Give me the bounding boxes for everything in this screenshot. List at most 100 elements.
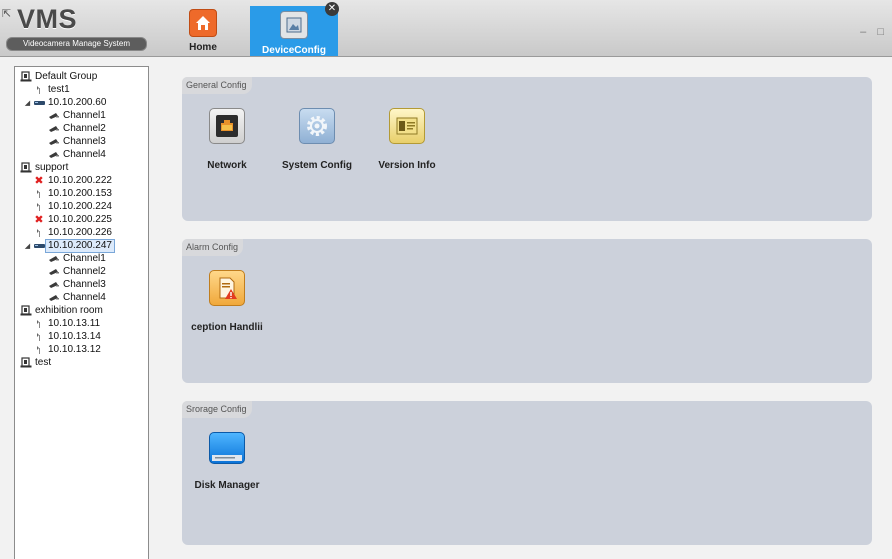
dvr-icon	[32, 240, 46, 251]
tree-node-label: Channel1	[63, 109, 106, 121]
tree-node-label: Default Group	[35, 70, 98, 82]
network-port-icon	[209, 108, 245, 144]
tree-node-label: test	[35, 356, 52, 368]
tab-home-label: Home	[189, 42, 217, 53]
dvr-icon	[32, 97, 46, 108]
gear-icon	[299, 108, 335, 144]
tree-node-label: 10.10.200.222	[48, 174, 112, 186]
mouse-cursor-icon: ⇱	[2, 8, 12, 20]
group-icon	[19, 305, 33, 316]
disk-manager-label: Disk Manager	[194, 480, 260, 491]
version-info-icon	[389, 108, 425, 144]
alarm-config-title: Alarm Config	[182, 239, 244, 256]
camera-channel-icon	[47, 110, 61, 121]
tree-node-channel[interactable]: Channel2	[15, 265, 148, 278]
tree-node-channel[interactable]: Channel4	[15, 291, 148, 304]
tree-node-group[interactable]: support	[15, 161, 148, 174]
offline-x-icon: ✖	[34, 213, 44, 226]
tree-node-channel[interactable]: Channel1	[15, 252, 148, 265]
disk-manager-button[interactable]: Disk Manager	[182, 432, 272, 491]
device-tree[interactable]: Default Group test1 ◢ 10.10.200.60 Channel1 C…	[14, 66, 149, 559]
tree-node-label: 10.10.200.225	[48, 213, 112, 225]
tree-node-device[interactable]: 10.10.200.226	[15, 226, 148, 239]
tree-node-label: 10.10.200.153	[48, 187, 112, 199]
exception-handling-label: ception Handlii	[191, 322, 263, 333]
title-bar: ⇱ VMS Videocamera Manage System Home Dev…	[0, 0, 892, 57]
tree-node-channel[interactable]: Channel3	[15, 278, 148, 291]
system-config-label: System Config	[281, 160, 352, 171]
version-info-button[interactable]: Version Info	[362, 108, 452, 171]
tree-node-label: test1	[48, 83, 70, 95]
tree-node-channel[interactable]: Channel1	[15, 109, 148, 122]
tab-device-config[interactable]: DeviceConfig ✕	[250, 2, 339, 56]
exception-handling-button[interactable]: ception Handlii	[182, 270, 272, 333]
device-icon	[32, 318, 46, 329]
tree-node-label: 10.10.13.12	[48, 343, 101, 355]
tree-node-label: Channel1	[63, 252, 106, 264]
tree-node-device[interactable]: 10.10.200.224	[15, 200, 148, 213]
tree-node-label: Channel4	[63, 291, 106, 303]
device-icon	[32, 331, 46, 342]
tree-node-label: support	[35, 161, 69, 173]
group-icon	[19, 357, 33, 368]
tree-node-dvr[interactable]: ◢ 10.10.200.60	[15, 96, 148, 109]
close-tab-icon[interactable]: ✕	[325, 2, 339, 16]
general-config-title: General Config	[182, 77, 252, 94]
camera-channel-icon	[47, 149, 61, 160]
group-icon	[19, 71, 33, 82]
home-icon	[189, 9, 217, 37]
group-icon	[19, 162, 33, 173]
device-icon	[32, 344, 46, 355]
window-controls[interactable]: – □	[860, 26, 888, 38]
tree-node-label: exhibition room	[35, 304, 103, 316]
tab-home[interactable]: Home	[182, 6, 224, 56]
tree-node-device[interactable]: 10.10.13.12	[15, 343, 148, 356]
device-config-icon	[280, 11, 308, 39]
tab-device-config-label: DeviceConfig	[262, 45, 326, 56]
tree-node-channel[interactable]: Channel2	[15, 122, 148, 135]
alarm-config-panel: Alarm Config ception Handlii	[182, 239, 872, 383]
tree-node-device[interactable]: 10.10.200.153	[15, 187, 148, 200]
network-button[interactable]: Network	[182, 108, 272, 171]
tree-node-offline[interactable]: ✖ 10.10.200.222	[15, 174, 148, 187]
camera-channel-icon	[47, 253, 61, 264]
tree-node-device[interactable]: test1	[15, 83, 148, 96]
exception-alert-icon	[209, 270, 245, 306]
tree-node-label: Channel3	[63, 135, 106, 147]
tree-node-dvr[interactable]: ◢ 10.10.200.247	[15, 238, 148, 253]
storage-config-title: Srorage Config	[182, 401, 252, 418]
tree-node-label: 10.10.200.247	[45, 238, 115, 253]
offline-x-icon: ✖	[34, 174, 44, 187]
tree-node-offline[interactable]: ✖ 10.10.200.225	[15, 213, 148, 226]
system-config-button[interactable]: System Config	[272, 108, 362, 171]
tree-node-group[interactable]: Default Group	[15, 70, 148, 83]
tree-node-device[interactable]: 10.10.13.14	[15, 330, 148, 343]
expand-toggle-icon[interactable]: ◢	[23, 99, 32, 107]
device-icon	[32, 84, 46, 95]
tree-node-label: 10.10.13.11	[48, 317, 101, 329]
camera-channel-icon	[47, 292, 61, 303]
device-icon	[32, 227, 46, 238]
tree-node-label: Channel3	[63, 278, 106, 290]
tree-node-device[interactable]: 10.10.13.11	[15, 317, 148, 330]
network-label: Network	[207, 160, 247, 171]
tree-node-label: 10.10.13.14	[48, 330, 101, 342]
tree-node-label: 10.10.200.226	[48, 226, 112, 238]
tree-node-group[interactable]: test	[15, 356, 148, 369]
app-logo-subtitle: Videocamera Manage System	[6, 37, 147, 51]
tree-node-label: 10.10.200.224	[48, 200, 112, 212]
camera-channel-icon	[47, 279, 61, 290]
camera-channel-icon	[47, 266, 61, 277]
camera-channel-icon	[47, 136, 61, 147]
tree-node-channel[interactable]: Channel3	[15, 135, 148, 148]
tree-node-group[interactable]: exhibition room	[15, 304, 148, 317]
tree-node-label: Channel2	[63, 265, 106, 277]
tree-node-label: 10.10.200.60	[48, 96, 107, 108]
expand-toggle-icon[interactable]: ◢	[23, 242, 32, 250]
general-config-panel: General Config Network System Config Ver…	[182, 77, 872, 221]
storage-config-panel: Srorage Config Disk Manager	[182, 401, 872, 545]
disk-icon	[209, 432, 245, 464]
app-logo-title: VMS	[17, 4, 78, 34]
tree-node-channel[interactable]: Channel4	[15, 148, 148, 161]
camera-channel-icon	[47, 123, 61, 134]
